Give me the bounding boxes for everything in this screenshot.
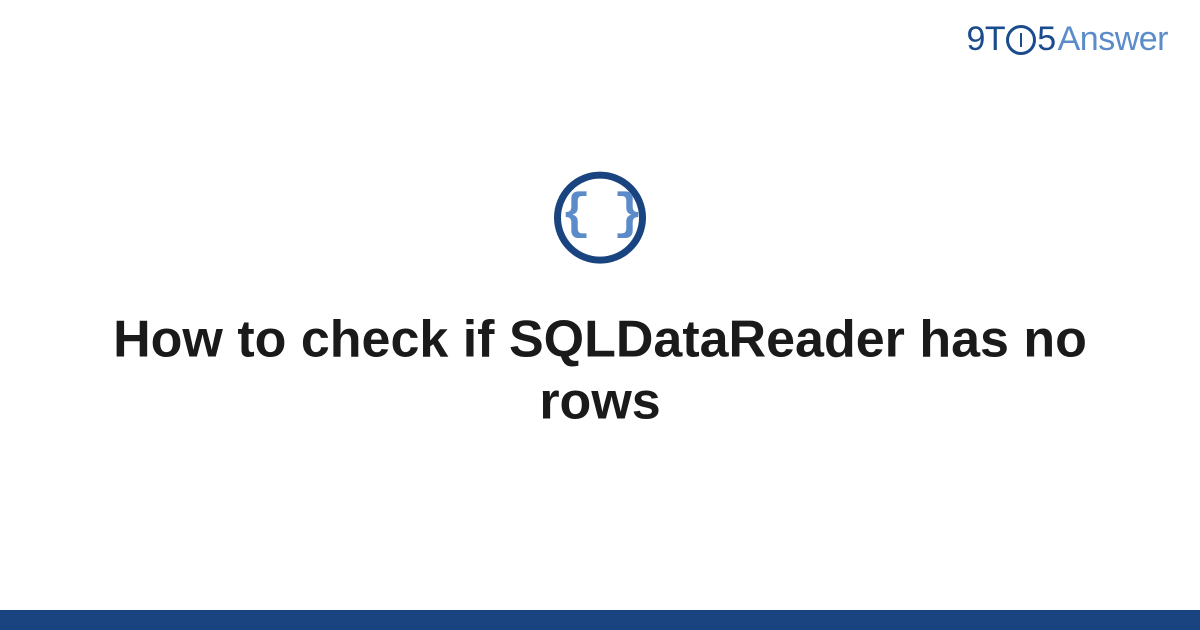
logo-answer: Answer: [1058, 20, 1168, 59]
code-braces-icon: { }: [554, 172, 646, 264]
footer-bar: [0, 610, 1200, 630]
site-logo: 9 T 5 Answer: [967, 20, 1169, 59]
logo-nine: 9: [967, 20, 985, 59]
clock-icon: [1006, 25, 1036, 55]
question-title: How to check if SQLDataReader has no row…: [100, 310, 1100, 433]
braces-glyph: { }: [561, 191, 639, 241]
main-content: { } How to check if SQLDataReader has no…: [0, 172, 1200, 433]
logo-five: 5: [1037, 20, 1055, 59]
logo-t: T: [985, 20, 1005, 59]
